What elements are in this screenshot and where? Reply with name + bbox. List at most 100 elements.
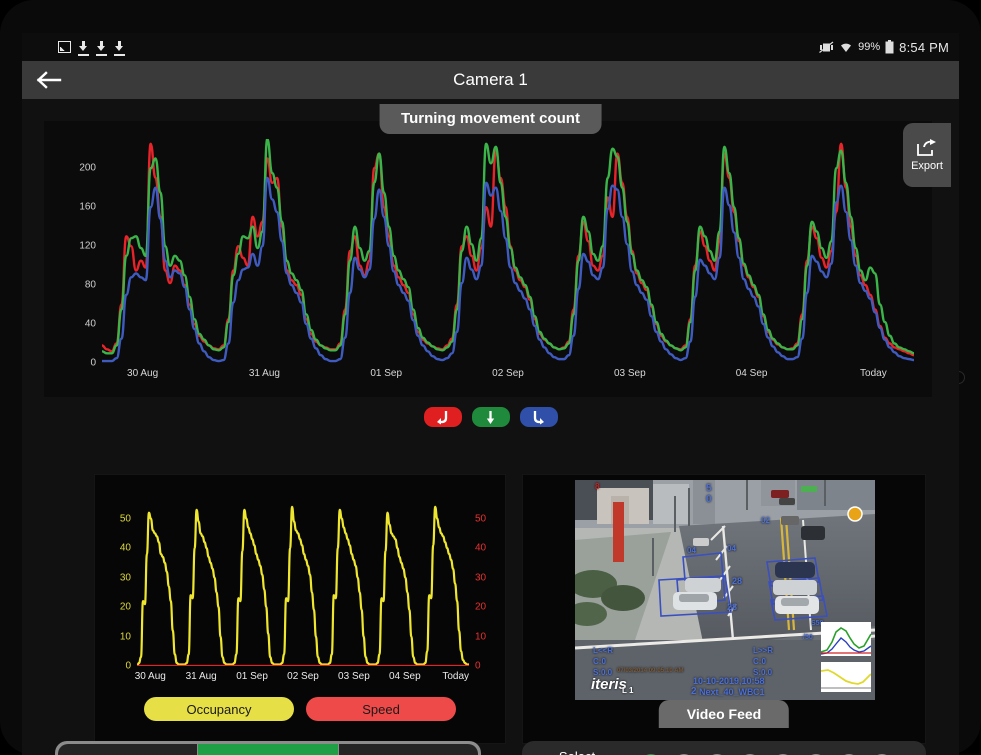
video-overlay-signal-0: 0	[706, 494, 712, 505]
wifi-icon	[841, 43, 852, 52]
turning-movement-lines	[102, 139, 914, 363]
video-overlay-old-timestamp: 07/03/2014 09:05:10 AM	[617, 668, 684, 674]
axis-tick-0: 0	[90, 357, 96, 369]
axis-tick-40: 40	[84, 318, 96, 330]
legend-speed[interactable]: Speed	[306, 697, 456, 721]
video-overlay-mini-chart-bottom	[821, 662, 871, 692]
video-overlay-mini-chart-top	[821, 622, 871, 656]
bottom-controls: Day Week Month Select Camera	[22, 731, 959, 755]
axis-tick-x-01-sep: 01 Sep	[236, 671, 268, 682]
camera-selector: Select Camera	[522, 741, 926, 755]
video-overlay-det-02: 02	[761, 516, 770, 525]
occupancy-plot-area: 0 10 20 30 40 50 0 10 20 30 40 50 30 Aug 31 Aug 01 Sep…	[120, 501, 486, 682]
axis-tick-x-31-aug: 31 Aug	[248, 368, 280, 379]
axis-tick-x-04-sep: 04 Sep	[735, 368, 768, 379]
axis-tick-x-today: Today	[442, 671, 470, 682]
export-label: Export	[911, 159, 943, 172]
video-overlay-det-28b: 28	[727, 602, 738, 612]
video-overlay-red-indicator: 8	[595, 482, 600, 491]
axis-tick-20: 20	[119, 601, 131, 613]
axis-tick-20: 20	[475, 601, 487, 613]
video-overlay-right-count: C:0	[753, 657, 766, 666]
turning-movement-panel: Turning movement count Export 0 40 80 120 16…	[32, 99, 951, 449]
content-area: Turning movement count Export 0 40 80 120 16…	[22, 99, 959, 755]
axis-tick-80: 80	[84, 279, 96, 291]
axis-tick-30: 30	[119, 572, 131, 584]
range-button-month[interactable]: Month	[338, 744, 478, 755]
legend-right-turn[interactable]	[519, 407, 558, 427]
occupancy-speed-chart: 0 10 20 30 40 50 0 10 20 30 40 50 30 Aug 31 Aug 01 Sep…	[95, 483, 507, 698]
video-overlay-timestamp: 10-10-2019,10:58	[693, 676, 765, 686]
straight-down-arrow-icon	[486, 410, 495, 424]
video-overlay-det-04b: 04	[727, 544, 736, 553]
screen: 99% 8:54 PM Camera 1 Turning movement co…	[22, 33, 959, 755]
legend-through[interactable]	[471, 407, 510, 427]
page-title: Camera 1	[453, 70, 528, 89]
video-overlay-camera: C1	[753, 687, 765, 697]
axis-tick-160: 160	[79, 201, 96, 213]
occupancy-speed-lines	[137, 501, 469, 666]
axis-tick-50: 50	[475, 513, 487, 525]
camera-selector-label: Select Camera	[540, 749, 614, 755]
axis-tick-x-03-sep: 03 Sep	[338, 671, 370, 682]
axis-tick-30: 30	[475, 572, 487, 584]
axis-tick-40: 40	[475, 542, 487, 554]
video-overlay-signal-5: 5	[706, 483, 712, 494]
axis-tick-x-30-aug: 30 Aug	[127, 368, 159, 379]
video-feed-label[interactable]: Video Feed	[658, 700, 790, 728]
left-turn-arrow-icon	[437, 410, 448, 424]
download-icon	[96, 40, 107, 56]
legend-left-turn[interactable]	[423, 407, 462, 427]
video-overlay-left-lr: L<<R	[593, 646, 614, 655]
axis-tick-x-02-sep: 02 Sep	[287, 671, 319, 682]
battery-full-icon	[885, 40, 894, 54]
back-arrow-icon[interactable]	[36, 71, 62, 89]
axis-tick-50: 50	[119, 513, 131, 525]
axis-tick-x-01-sep: 01 Sep	[370, 368, 403, 379]
axis-tick-x-31-aug: 31 Aug	[185, 671, 217, 682]
video-overlay-left-count: C:0	[593, 657, 606, 666]
video-overlay-right-lr: L>>R	[753, 646, 774, 655]
axis-tick-0: 0	[475, 660, 481, 672]
time-range-selector: Day Week Month	[55, 741, 481, 755]
axis-tick-x-30-aug: 30 Aug	[134, 671, 166, 682]
video-panel: 8 5 0 04 04 02 28 28 S50 /50 L<<R C:0 S:…	[522, 474, 926, 744]
axis-tick-120: 120	[79, 240, 96, 252]
status-bar-right-icons: 99% 8:54 PM	[819, 40, 949, 55]
turning-movement-plot-area: 0 40 80 120 160 200 30 Aug 31 Aug 01 Sep 02 Sep 03…	[79, 139, 914, 379]
video-overlay-phase: 2	[691, 686, 697, 697]
occupancy-speed-panel: 0 10 20 30 40 50 0 10 20 30 40 50 30 Aug 31 Aug 01 Sep…	[94, 474, 506, 744]
axis-tick-10: 10	[475, 631, 487, 643]
share-export-icon	[917, 138, 936, 156]
occupancy-speed-legend: Occupancy Speed	[95, 697, 505, 721]
axis-tick-x-02-sep: 02 Sep	[492, 368, 524, 379]
axis-tick-x-04-sep: 04 Sep	[388, 671, 421, 682]
export-button[interactable]: Export	[903, 123, 951, 187]
video-overlay-det-50: /50	[803, 634, 813, 641]
series-Occupancy	[137, 507, 469, 666]
video-overlay-site: Next_40_WB	[699, 687, 754, 697]
range-button-week[interactable]: Week	[198, 744, 339, 755]
status-bar-clock: 8:54 PM	[899, 39, 949, 55]
screenshot-image-icon	[58, 41, 71, 53]
legend-occupancy[interactable]: Occupancy	[144, 697, 294, 721]
status-bar: 99% 8:54 PM	[22, 33, 959, 61]
time-range-segments: Day Week Month	[58, 744, 478, 755]
video-overlay-lane-label: L 1	[622, 686, 634, 695]
axis-tick-x-today: Today	[860, 368, 887, 379]
title-bar: Camera 1	[22, 61, 959, 99]
video-feed-image[interactable]: 8 5 0 04 04 02 28 28 S50 /50 L<<R C:0 S:…	[575, 480, 875, 700]
mid-row: 0 10 20 30 40 50 0 10 20 30 40 50 30 Aug 31 Aug 01 Sep…	[22, 439, 959, 744]
status-bar-left-icons	[58, 40, 125, 56]
tab-turning-movement-count[interactable]: Turning movement count	[379, 104, 602, 134]
download-icon	[114, 40, 125, 56]
axis-tick-200: 200	[79, 162, 96, 174]
axis-tick-x-03-sep: 03 Sep	[613, 368, 646, 379]
axis-tick-10: 10	[119, 631, 131, 643]
turning-movement-legend	[423, 407, 558, 427]
video-overlay-det-04a: 04	[687, 546, 696, 555]
range-button-day[interactable]: Day	[58, 744, 199, 755]
camera-selector-label-line1: Select	[540, 749, 614, 755]
vibrate-muted-icon	[819, 41, 834, 53]
right-turn-arrow-icon	[533, 410, 544, 424]
